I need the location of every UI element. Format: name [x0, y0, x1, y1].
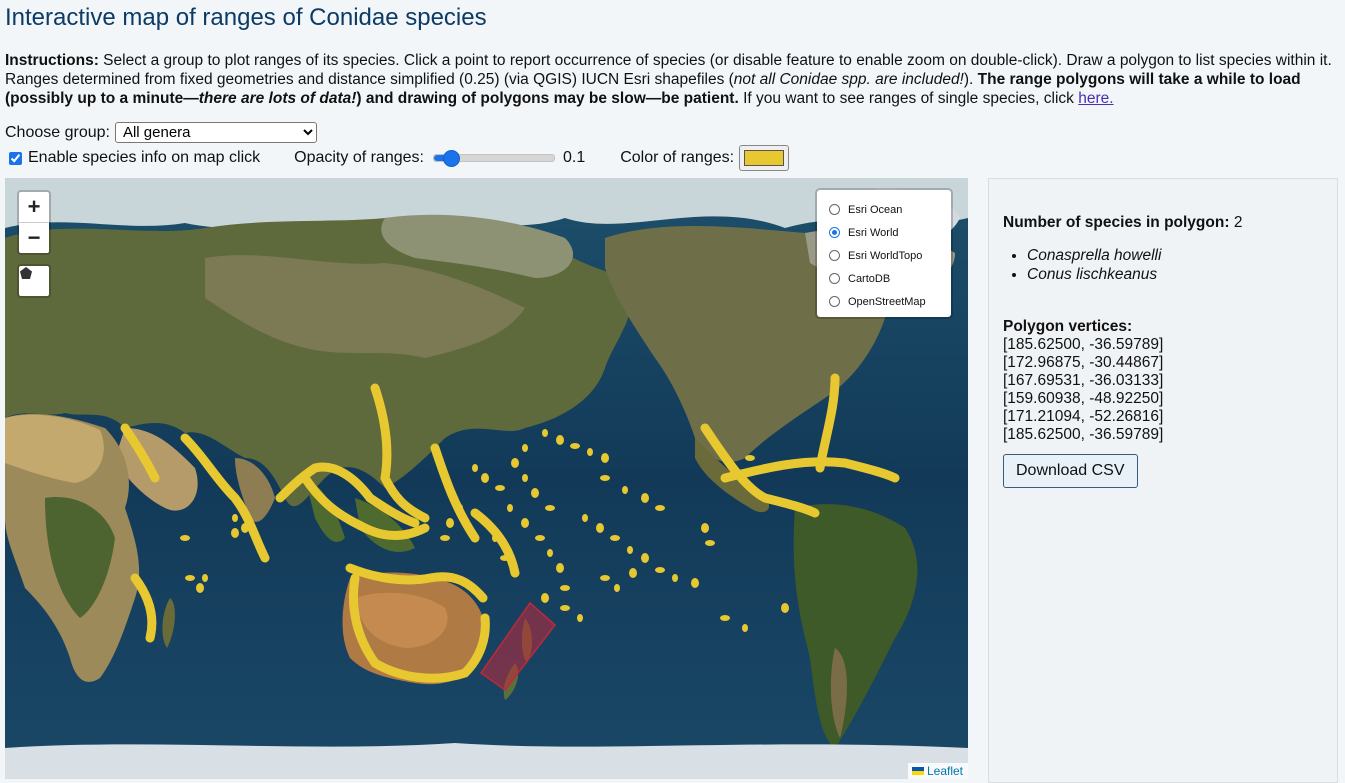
basemap-option-label: CartoDB [848, 272, 891, 285]
zoom-out-button[interactable]: − [19, 223, 49, 253]
enable-species-info-label: Enable species info on map click [28, 149, 261, 166]
map[interactable]: + − Esri Ocean Esri World Esri WorldTopo Ca… [5, 178, 968, 779]
radio-button[interactable] [829, 250, 840, 261]
species-list: Conasprella howelliConus lischkeanus [1003, 246, 1323, 284]
basemap-option[interactable]: CartoDB [829, 267, 951, 290]
species-count: Number of species in polygon: 2 [1003, 214, 1243, 231]
zoom-in-button[interactable]: + [19, 192, 49, 223]
map-attribution: Leaflet [907, 763, 968, 779]
group-select[interactable]: All genera [114, 122, 317, 143]
polygon-draw-icon [20, 267, 32, 279]
leaflet-link[interactable]: Leaflet [927, 764, 963, 778]
radio-button[interactable] [829, 227, 840, 238]
basemap-option[interactable]: Esri WorldTopo [829, 244, 951, 267]
group-chooser: Choose group: All genera [5, 122, 317, 143]
draw-polygon-button[interactable] [17, 264, 51, 298]
opacity-slider[interactable] [432, 150, 555, 167]
basemap-option-label: Esri WorldTopo [848, 249, 923, 262]
basemap-layer-control: Esri Ocean Esri World Esri WorldTopo CartoD… [815, 188, 953, 319]
species-item: Conasprella howelli [1027, 246, 1323, 265]
zoom-control: + − [17, 190, 51, 255]
vertex-row: [171.21094, -52.26816] [1003, 408, 1164, 425]
radio-button[interactable] [829, 296, 840, 307]
range-color-picker[interactable] [739, 145, 790, 171]
download-csv-button[interactable]: Download CSV [1003, 454, 1138, 488]
enable-species-info-checkbox[interactable] [9, 151, 22, 165]
map-controls: Enable species info on map click Opacity… [5, 145, 790, 171]
single-species-link[interactable]: here. [1078, 90, 1113, 107]
results-panel: Number of species in polygon: 2 Conaspre… [988, 178, 1338, 783]
vertex-row: [167.69531, -36.03133] [1003, 372, 1164, 389]
color-label: Color of ranges: [620, 149, 735, 166]
opacity-value: 0.1 [562, 149, 586, 166]
vertex-row: [159.60938, -48.92250] [1003, 390, 1164, 407]
vertex-row: [172.96875, -30.44867] [1003, 354, 1164, 371]
ukraine-flag-icon [911, 767, 924, 775]
instructions: Instructions: Select a group to plot ran… [5, 52, 1332, 107]
basemap-option-label: OpenStreetMap [848, 295, 926, 308]
group-label: Choose group: [5, 123, 110, 141]
species-item: Conus lischkeanus [1027, 265, 1323, 284]
vertices-list: [185.62500, -36.59789] [172.96875, -30.44… [1003, 336, 1323, 444]
basemap-option[interactable]: Esri Ocean [829, 198, 951, 221]
basemap-option[interactable]: OpenStreetMap [829, 290, 951, 313]
vertex-row: [185.62500, -36.59789] [1003, 336, 1164, 353]
drawn-selection-polygon[interactable] [479, 601, 557, 692]
vertex-row: [185.62500, -36.59789] [1003, 426, 1164, 443]
basemap-option-label: Esri World [848, 226, 899, 239]
page-title: Interactive map of ranges of Conidae spe… [5, 4, 487, 31]
opacity-label: Opacity of ranges: [294, 149, 424, 166]
opacity-slider-thumb[interactable] [442, 150, 460, 167]
basemap-option[interactable]: Esri World [829, 221, 951, 244]
basemap-option-label: Esri Ocean [848, 203, 903, 216]
radio-button[interactable] [829, 273, 840, 284]
radio-button[interactable] [829, 204, 840, 215]
vertices-heading: Polygon vertices: [1003, 318, 1133, 335]
